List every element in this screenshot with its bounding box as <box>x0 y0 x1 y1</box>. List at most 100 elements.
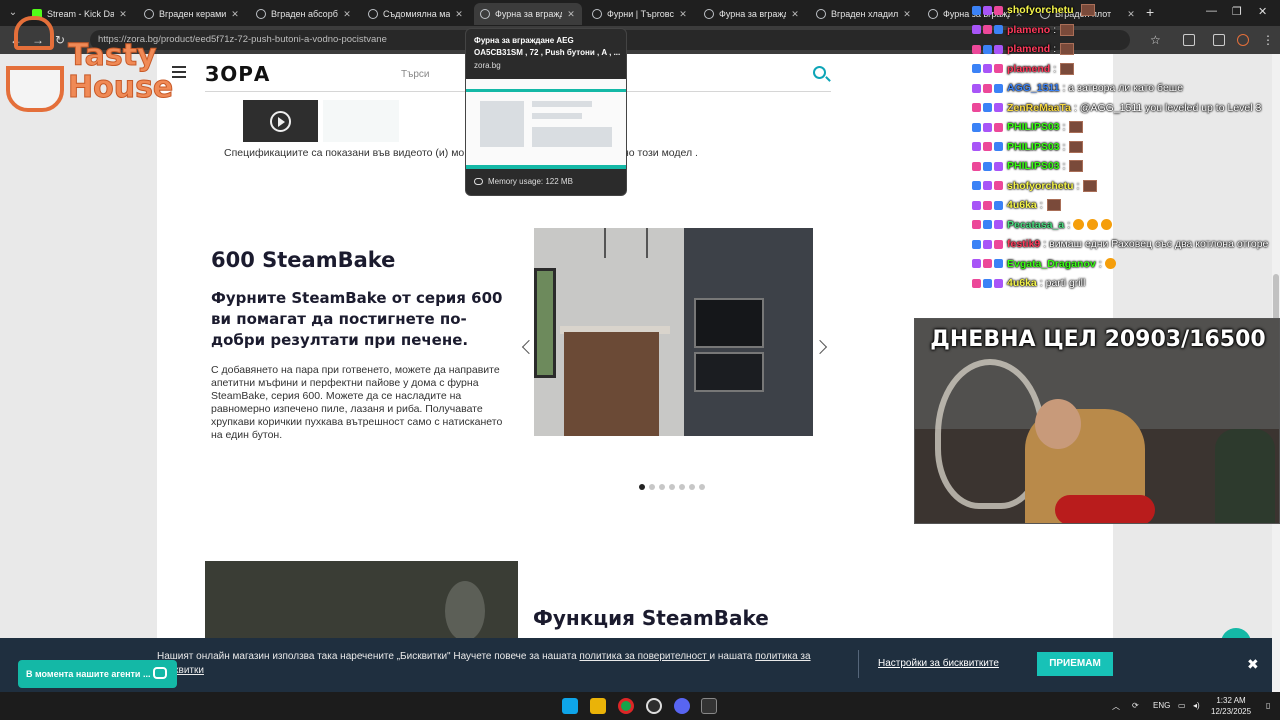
globe-icon <box>928 9 938 19</box>
pot-icon <box>6 66 64 112</box>
globe-icon <box>704 9 714 19</box>
streamer-head <box>1035 399 1081 449</box>
section-body: С добавянето на пара при готвенето, може… <box>211 364 503 441</box>
sync-icon[interactable]: ⟳ <box>1132 701 1139 710</box>
carousel-dot[interactable] <box>689 484 695 490</box>
video-thumbnail[interactable] <box>243 100 318 142</box>
network-icon[interactable]: ▭ <box>1178 701 1186 710</box>
windows-start-icon[interactable] <box>562 698 578 714</box>
close-window-icon[interactable]: ✕ <box>1258 5 1267 18</box>
obs-icon[interactable] <box>646 698 662 714</box>
taskbar-clock[interactable]: 1:32 AM 12/23/2025 <box>1211 695 1251 717</box>
close-icon[interactable]: ✖ <box>1247 656 1259 673</box>
daily-goal-text: ДНЕВНА ЦЕЛ 20903/16500 <box>930 327 1266 352</box>
close-tab-icon[interactable]: ✕ <box>454 9 464 20</box>
cookie-text-part1: Нашият онлайн магазин използва така наре… <box>157 651 580 662</box>
agent-chat-widget[interactable]: В момента нашите агенти ... <box>18 660 177 688</box>
browser-tab[interactable]: Съдомиялна маши ✕ <box>362 3 470 25</box>
search-icon[interactable] <box>813 66 826 79</box>
language-indicator[interactable]: ENG <box>1153 701 1170 710</box>
maximize-icon[interactable]: ❐ <box>1232 5 1242 18</box>
notification-icon[interactable]: ▯ <box>1266 701 1270 710</box>
chat-emote-icon <box>1060 23 1075 36</box>
chat-badge-icon <box>994 44 1003 54</box>
browser-tab[interactable]: Вграден абсорбато ✕ <box>250 3 358 25</box>
chrome-menu-icon[interactable]: ⋮ <box>1262 33 1274 47</box>
sliders-icon[interactable] <box>1213 34 1225 46</box>
chat-username: AGG_1511 <box>1007 82 1060 94</box>
chat-username: PHILIPS03 <box>1007 140 1060 153</box>
carousel-dot[interactable] <box>649 484 655 490</box>
close-tab-icon[interactable]: ✕ <box>790 9 800 20</box>
chat-message: PHILIPS03: <box>972 119 1084 135</box>
tab-label: Вграден хладилник <box>831 9 898 19</box>
browser-tab[interactable]: Фурна за вграждан ✕ <box>474 3 582 25</box>
close-tab-icon[interactable]: ✕ <box>566 9 576 20</box>
chat-emote-icon <box>1083 179 1098 192</box>
privacy-policy-link[interactable]: политика за поверителност <box>579 651 709 662</box>
carousel-next-icon[interactable] <box>812 339 828 355</box>
browser-tab[interactable]: Фурни | Търговска ✕ <box>586 3 694 25</box>
memory-icon <box>474 178 483 185</box>
new-tab-icon[interactable]: + <box>1146 5 1154 19</box>
file-explorer-icon[interactable] <box>590 698 606 714</box>
chat-badge-icon <box>994 220 1003 229</box>
terminal-icon[interactable] <box>701 698 717 714</box>
carousel-dot[interactable] <box>679 484 685 490</box>
tasty-house-logo: Tasty House <box>2 14 177 112</box>
accept-cookies-button[interactable]: ПРИЕМАМ <box>1037 652 1113 676</box>
chat-badge-icon <box>983 239 992 249</box>
close-tab-icon[interactable]: ✕ <box>678 9 688 20</box>
browser-tab[interactable]: Вграден хладилник ✕ <box>810 3 918 25</box>
tab-label: Съдомиялна маши <box>383 9 450 19</box>
close-tab-icon[interactable]: ✕ <box>230 9 240 20</box>
chat-badge-icon <box>983 25 992 34</box>
globe-icon <box>816 9 826 19</box>
emoji-icon <box>1087 219 1099 230</box>
carousel-dot[interactable] <box>699 484 705 490</box>
carousel-dot[interactable] <box>669 484 675 490</box>
chat-badge-icon <box>994 25 1003 34</box>
carousel-dot[interactable] <box>639 484 645 490</box>
preview-title: Фурна за вграждане AEG OA5CB31SM , 72 , … <box>474 36 621 57</box>
chat-username: plamend <box>1007 62 1051 75</box>
tray-chevron-icon[interactable]: ︿ <box>1112 701 1120 712</box>
browser-tab[interactable]: Фурна за вграждан ✕ <box>698 3 806 25</box>
profile-avatar-icon[interactable] <box>1237 34 1249 46</box>
site-logo-text: ЗОРА <box>205 62 271 86</box>
chat-badge-icon <box>972 181 981 190</box>
chat-badge-icon <box>972 239 981 249</box>
close-tab-icon[interactable]: ✕ <box>342 9 352 20</box>
extensions-icon[interactable] <box>1183 34 1195 46</box>
image-thumbnail[interactable] <box>323 100 399 142</box>
chat-text: : <box>1062 140 1066 153</box>
pendant-lamp <box>646 228 648 258</box>
cookie-settings-link[interactable]: Настройки за бисквитките <box>878 658 999 669</box>
chat-badge-icon <box>994 278 1003 288</box>
chat-badge-icon <box>972 200 981 210</box>
preview-accent-bar <box>466 89 626 92</box>
chrome-icon[interactable] <box>618 698 634 714</box>
bookmark-star-icon[interactable]: ☆ <box>1150 33 1161 47</box>
logo-word-tasty: Tasty <box>68 38 158 74</box>
close-tab-icon[interactable]: ✕ <box>902 9 912 20</box>
support-chat-button[interactable] <box>1221 628 1251 638</box>
discord-icon[interactable] <box>674 698 690 714</box>
chat-badge-icon <box>983 44 992 54</box>
close-tab-icon[interactable]: ✕ <box>1126 9 1136 20</box>
volume-icon[interactable]: ◂) <box>1193 701 1200 710</box>
chat-badge-icon <box>983 161 992 171</box>
chat-badge-icon <box>972 122 981 132</box>
chat-username: shofyorchetu <box>1007 4 1074 16</box>
spec-text: Спецификациите са показани във видеото (… <box>224 147 465 159</box>
chat-username: 4u6ka <box>1007 199 1037 211</box>
site-logo[interactable]: ЗОРА <box>205 62 270 86</box>
chat-text: : <box>1053 43 1057 55</box>
chat-text: : <box>1062 160 1066 172</box>
minimize-icon[interactable]: — <box>1206 5 1217 17</box>
chat-username: shofyorchetu <box>1007 179 1074 192</box>
chat-username: PHILIPS03 <box>1007 160 1060 172</box>
chat-message: PHILIPS03: <box>972 139 1084 155</box>
clock-date: 12/23/2025 <box>1211 707 1252 716</box>
carousel-dot[interactable] <box>659 484 665 490</box>
